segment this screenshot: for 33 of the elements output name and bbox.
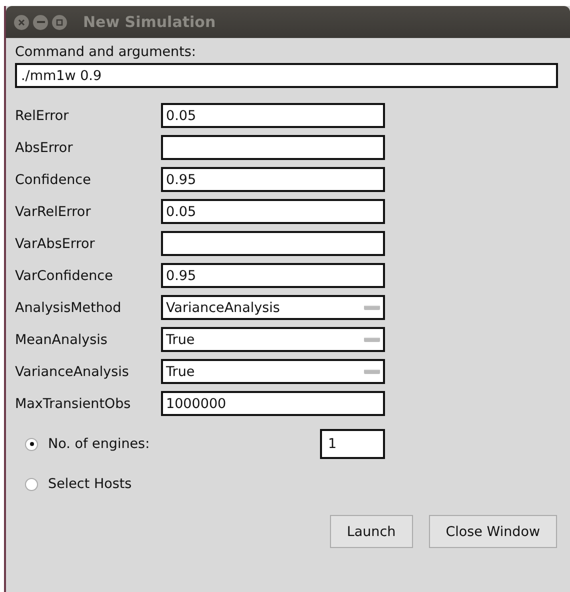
field-label: MeanAnalysis (15, 332, 108, 348)
radio-button[interactable] (25, 438, 38, 450)
field-label: VarRelError (15, 204, 92, 220)
minimize-icon[interactable] (33, 14, 48, 30)
input-field[interactable] (161, 231, 385, 256)
field-label: VarianceAnalysis (15, 364, 130, 380)
dropdown[interactable]: VarianceAnalysis (161, 295, 385, 320)
option-label: No. of engines: (48, 436, 151, 452)
input-field[interactable]: 0.95 (161, 167, 385, 192)
radio-button[interactable] (25, 478, 38, 490)
dropdown[interactable]: True (161, 327, 385, 352)
input-field[interactable]: 0.95 (161, 263, 385, 288)
action-button[interactable]: Close Window (428, 515, 557, 548)
field-label: Confidence (15, 172, 92, 188)
field-label: VarAbsError (15, 236, 96, 252)
action-button[interactable]: Launch (330, 515, 413, 548)
input-field[interactable]: 0.05 (161, 199, 385, 224)
input-field[interactable] (161, 135, 385, 160)
field-label: AnalysisMethod (15, 300, 122, 316)
field-label: RelError (15, 108, 70, 124)
close-icon[interactable] (14, 14, 29, 30)
dropdown[interactable]: True (161, 359, 385, 384)
command-field[interactable]: ./mm1w 0.9 (15, 63, 558, 88)
input-field[interactable]: 0.05 (161, 103, 385, 128)
engines-field[interactable]: 1 (320, 429, 385, 459)
input-field[interactable]: 1000000 (161, 391, 385, 416)
field-label: VarConfidence (15, 268, 114, 284)
field-label: AbsError (15, 140, 74, 156)
window-title: New Simulation (83, 13, 216, 31)
command-label: Command and arguments: (15, 44, 197, 60)
field-label: MaxTransientObs (15, 396, 132, 412)
maximize-icon[interactable] (52, 14, 67, 30)
option-label: Select Hosts (48, 476, 133, 492)
